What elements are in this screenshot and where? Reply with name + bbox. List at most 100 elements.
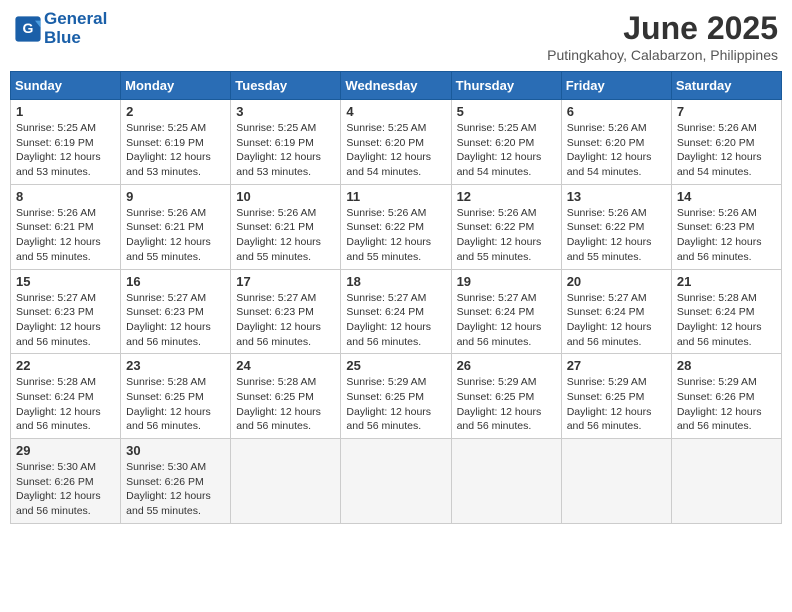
day-number: 7 bbox=[677, 104, 776, 119]
sunset-label: Sunset: 6:25 PM bbox=[567, 391, 645, 403]
day-cell: 24 Sunrise: 5:28 AM Sunset: 6:25 PM Dayl… bbox=[231, 354, 341, 439]
day-cell: 3 Sunrise: 5:25 AM Sunset: 6:19 PM Dayli… bbox=[231, 100, 341, 185]
day-number: 14 bbox=[677, 189, 776, 204]
daylight-label: Daylight: 12 hours bbox=[567, 406, 652, 418]
day-number: 13 bbox=[567, 189, 666, 204]
daylight-label: Daylight: 12 hours bbox=[346, 321, 431, 333]
day-info: Sunrise: 5:26 AM Sunset: 6:20 PM Dayligh… bbox=[567, 121, 666, 180]
day-info: Sunrise: 5:28 AM Sunset: 6:25 PM Dayligh… bbox=[236, 375, 335, 434]
logo-icon: G bbox=[14, 15, 42, 43]
weekday-header-saturday: Saturday bbox=[671, 72, 781, 100]
daylight-minutes: and 56 minutes. bbox=[346, 336, 421, 348]
daylight-label: Daylight: 12 hours bbox=[126, 490, 211, 502]
daylight-minutes: and 54 minutes. bbox=[677, 166, 752, 178]
day-info: Sunrise: 5:25 AM Sunset: 6:19 PM Dayligh… bbox=[236, 121, 335, 180]
sunrise-label: Sunrise: 5:26 AM bbox=[346, 207, 426, 219]
weekday-header-sunday: Sunday bbox=[11, 72, 121, 100]
daylight-minutes: and 56 minutes. bbox=[236, 420, 311, 432]
daylight-label: Daylight: 12 hours bbox=[236, 151, 321, 163]
day-info: Sunrise: 5:29 AM Sunset: 6:25 PM Dayligh… bbox=[457, 375, 556, 434]
sunrise-label: Sunrise: 5:27 AM bbox=[457, 292, 537, 304]
daylight-label: Daylight: 12 hours bbox=[457, 406, 542, 418]
week-row-4: 22 Sunrise: 5:28 AM Sunset: 6:24 PM Dayl… bbox=[11, 354, 782, 439]
day-cell: 12 Sunrise: 5:26 AM Sunset: 6:22 PM Dayl… bbox=[451, 184, 561, 269]
day-cell: 17 Sunrise: 5:27 AM Sunset: 6:23 PM Dayl… bbox=[231, 269, 341, 354]
day-cell: 10 Sunrise: 5:26 AM Sunset: 6:21 PM Dayl… bbox=[231, 184, 341, 269]
day-number: 17 bbox=[236, 274, 335, 289]
sunrise-label: Sunrise: 5:28 AM bbox=[16, 376, 96, 388]
day-cell: 25 Sunrise: 5:29 AM Sunset: 6:25 PM Dayl… bbox=[341, 354, 451, 439]
sunrise-label: Sunrise: 5:26 AM bbox=[236, 207, 316, 219]
daylight-minutes: and 53 minutes. bbox=[126, 166, 201, 178]
daylight-minutes: and 56 minutes. bbox=[16, 505, 91, 517]
day-cell: 19 Sunrise: 5:27 AM Sunset: 6:24 PM Dayl… bbox=[451, 269, 561, 354]
daylight-label: Daylight: 12 hours bbox=[346, 151, 431, 163]
daylight-label: Daylight: 12 hours bbox=[236, 236, 321, 248]
sunset-label: Sunset: 6:19 PM bbox=[236, 137, 314, 149]
day-number: 23 bbox=[126, 358, 225, 373]
title-area: June 2025 Putingkahoy, Calabarzon, Phili… bbox=[547, 10, 778, 63]
day-info: Sunrise: 5:26 AM Sunset: 6:21 PM Dayligh… bbox=[126, 206, 225, 265]
sunset-label: Sunset: 6:24 PM bbox=[677, 306, 755, 318]
sunset-label: Sunset: 6:19 PM bbox=[126, 137, 204, 149]
location-title: Putingkahoy, Calabarzon, Philippines bbox=[547, 47, 778, 63]
daylight-label: Daylight: 12 hours bbox=[16, 151, 101, 163]
sunset-label: Sunset: 6:25 PM bbox=[346, 391, 424, 403]
daylight-minutes: and 56 minutes. bbox=[16, 336, 91, 348]
header: G General Blue June 2025 Putingkahoy, Ca… bbox=[10, 10, 782, 63]
day-info: Sunrise: 5:28 AM Sunset: 6:24 PM Dayligh… bbox=[677, 291, 776, 350]
day-cell: 1 Sunrise: 5:25 AM Sunset: 6:19 PM Dayli… bbox=[11, 100, 121, 185]
sunset-label: Sunset: 6:22 PM bbox=[346, 221, 424, 233]
day-cell: 30 Sunrise: 5:30 AM Sunset: 6:26 PM Dayl… bbox=[121, 439, 231, 524]
week-row-2: 8 Sunrise: 5:26 AM Sunset: 6:21 PM Dayli… bbox=[11, 184, 782, 269]
sunset-label: Sunset: 6:25 PM bbox=[457, 391, 535, 403]
day-cell: 18 Sunrise: 5:27 AM Sunset: 6:24 PM Dayl… bbox=[341, 269, 451, 354]
day-cell bbox=[451, 439, 561, 524]
day-number: 11 bbox=[346, 189, 445, 204]
daylight-label: Daylight: 12 hours bbox=[457, 236, 542, 248]
day-info: Sunrise: 5:26 AM Sunset: 6:22 PM Dayligh… bbox=[457, 206, 556, 265]
daylight-minutes: and 56 minutes. bbox=[677, 336, 752, 348]
day-cell: 8 Sunrise: 5:26 AM Sunset: 6:21 PM Dayli… bbox=[11, 184, 121, 269]
day-number: 15 bbox=[16, 274, 115, 289]
daylight-label: Daylight: 12 hours bbox=[567, 151, 652, 163]
logo-general: General bbox=[44, 9, 107, 28]
sunset-label: Sunset: 6:20 PM bbox=[457, 137, 535, 149]
sunset-label: Sunset: 6:25 PM bbox=[126, 391, 204, 403]
sunset-label: Sunset: 6:21 PM bbox=[16, 221, 94, 233]
sunrise-label: Sunrise: 5:25 AM bbox=[236, 122, 316, 134]
week-row-1: 1 Sunrise: 5:25 AM Sunset: 6:19 PM Dayli… bbox=[11, 100, 782, 185]
sunset-label: Sunset: 6:21 PM bbox=[236, 221, 314, 233]
sunset-label: Sunset: 6:20 PM bbox=[567, 137, 645, 149]
daylight-minutes: and 54 minutes. bbox=[457, 166, 532, 178]
daylight-label: Daylight: 12 hours bbox=[457, 321, 542, 333]
logo-text: General Blue bbox=[44, 10, 107, 47]
daylight-minutes: and 54 minutes. bbox=[567, 166, 642, 178]
sunset-label: Sunset: 6:20 PM bbox=[346, 137, 424, 149]
day-number: 24 bbox=[236, 358, 335, 373]
day-cell: 2 Sunrise: 5:25 AM Sunset: 6:19 PM Dayli… bbox=[121, 100, 231, 185]
day-number: 27 bbox=[567, 358, 666, 373]
day-cell bbox=[231, 439, 341, 524]
day-cell: 27 Sunrise: 5:29 AM Sunset: 6:25 PM Dayl… bbox=[561, 354, 671, 439]
sunrise-label: Sunrise: 5:28 AM bbox=[236, 376, 316, 388]
day-number: 2 bbox=[126, 104, 225, 119]
sunset-label: Sunset: 6:23 PM bbox=[16, 306, 94, 318]
day-cell: 14 Sunrise: 5:26 AM Sunset: 6:23 PM Dayl… bbox=[671, 184, 781, 269]
sunrise-label: Sunrise: 5:26 AM bbox=[457, 207, 537, 219]
sunset-label: Sunset: 6:19 PM bbox=[16, 137, 94, 149]
sunset-label: Sunset: 6:23 PM bbox=[236, 306, 314, 318]
week-row-3: 15 Sunrise: 5:27 AM Sunset: 6:23 PM Dayl… bbox=[11, 269, 782, 354]
sunset-label: Sunset: 6:24 PM bbox=[457, 306, 535, 318]
sunset-label: Sunset: 6:26 PM bbox=[126, 476, 204, 488]
daylight-minutes: and 55 minutes. bbox=[236, 251, 311, 263]
day-info: Sunrise: 5:28 AM Sunset: 6:24 PM Dayligh… bbox=[16, 375, 115, 434]
day-number: 16 bbox=[126, 274, 225, 289]
daylight-label: Daylight: 12 hours bbox=[677, 406, 762, 418]
day-number: 8 bbox=[16, 189, 115, 204]
sunrise-label: Sunrise: 5:27 AM bbox=[16, 292, 96, 304]
daylight-minutes: and 54 minutes. bbox=[346, 166, 421, 178]
day-info: Sunrise: 5:27 AM Sunset: 6:24 PM Dayligh… bbox=[346, 291, 445, 350]
sunrise-label: Sunrise: 5:26 AM bbox=[677, 122, 757, 134]
daylight-label: Daylight: 12 hours bbox=[16, 406, 101, 418]
